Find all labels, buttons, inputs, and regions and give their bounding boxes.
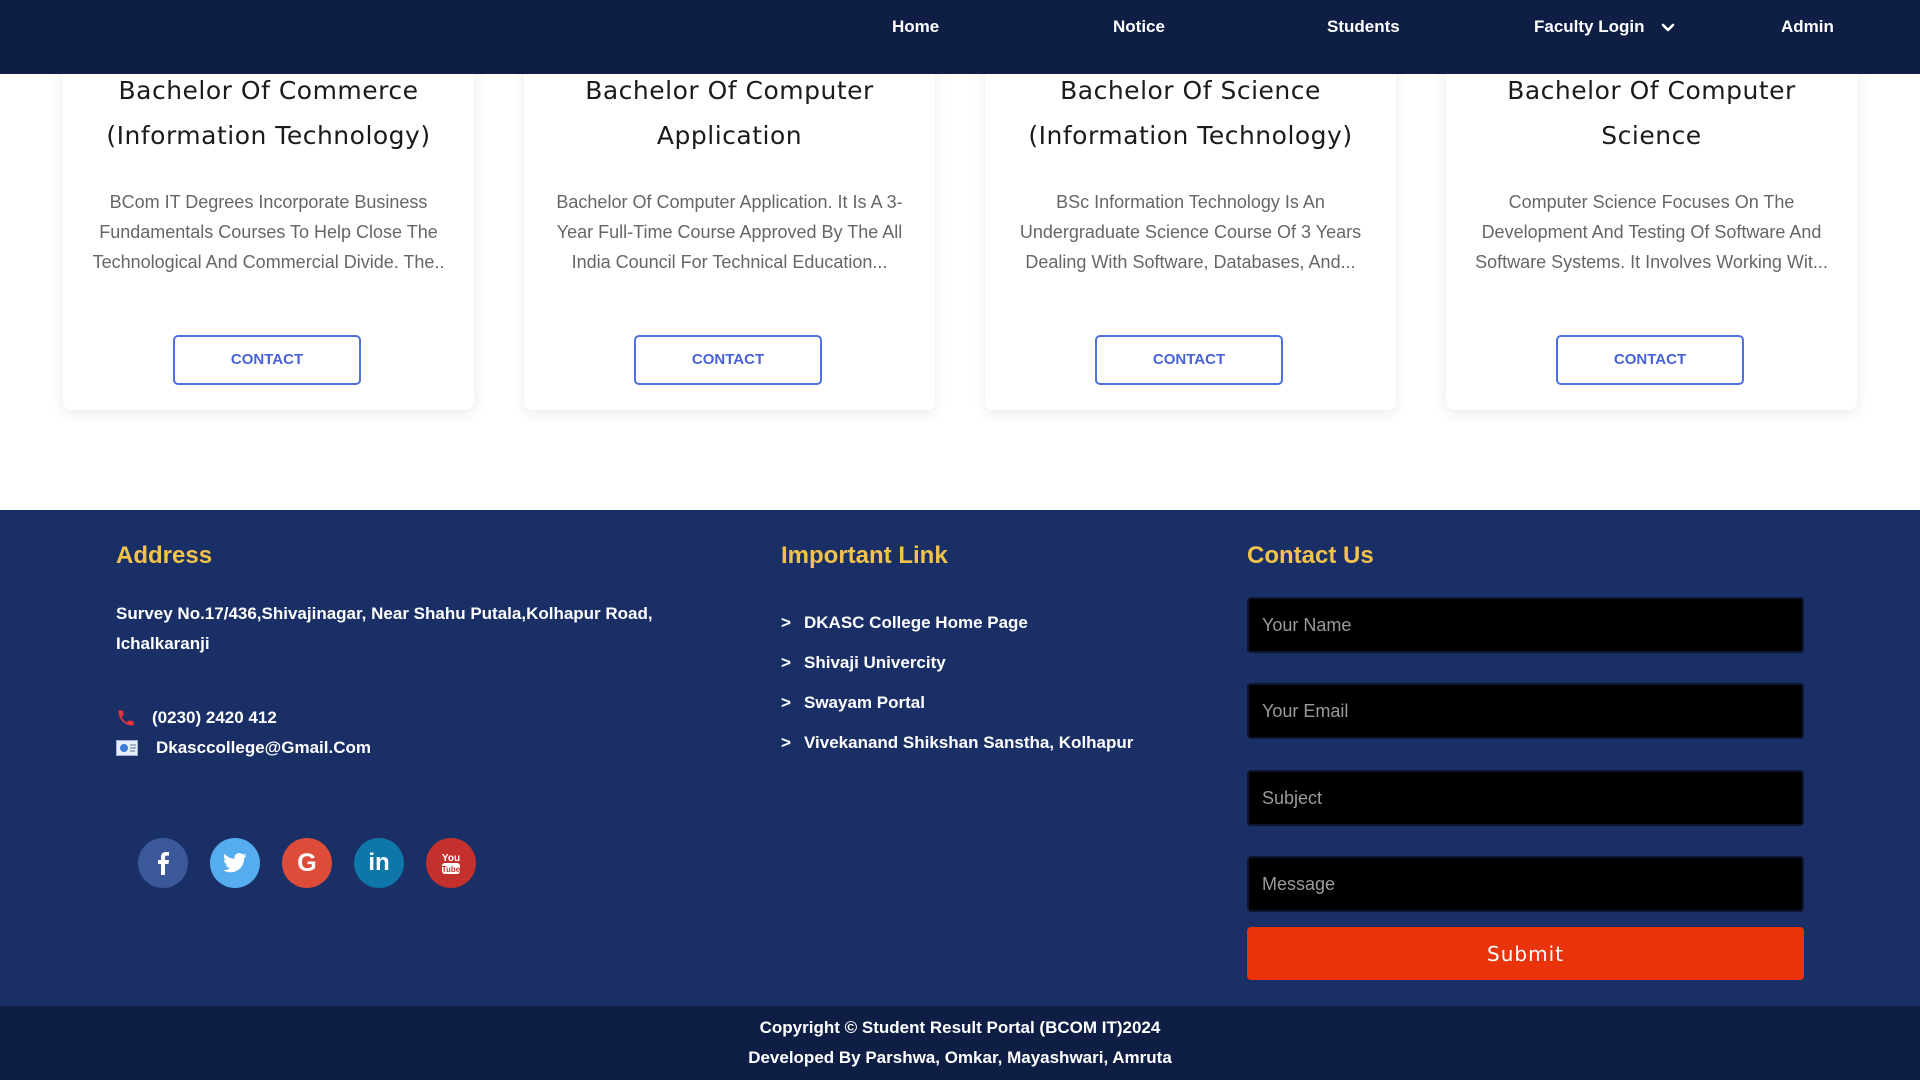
course-desc-line: BSc Information Technology Is An [1056, 192, 1325, 212]
site-footer: Address Survey No.17/436,Shivajinagar, N… [0, 510, 1920, 1006]
address-line: Survey No.17/436,Shivajinagar, Near Shah… [116, 604, 653, 623]
message-input[interactable] [1247, 856, 1804, 912]
link-label: Swayam Portal [804, 693, 925, 712]
nav-students[interactable]: Students [1327, 0, 1400, 54]
course-description: Computer Science Focuses On The Developm… [1472, 187, 1831, 277]
email-address[interactable]: Dkasccollege@Gmail.Com [156, 738, 371, 758]
link-swayam-portal[interactable]: > Swayam Portal [781, 683, 1133, 723]
course-desc-line: BCom IT Degrees Incorporate Business [109, 192, 428, 212]
course-desc-line: Software Systems. It Involves Working Wi… [1475, 252, 1828, 272]
email-row: Dkasccollege@Gmail.Com [116, 738, 371, 758]
course-desc-line: Fundamentals Courses To Help Close The [99, 222, 438, 242]
facebook-icon[interactable] [138, 838, 188, 888]
nav-notice[interactable]: Notice [1113, 0, 1165, 54]
course-description: BSc Information Technology Is An Undergr… [1011, 187, 1370, 277]
course-title-line2: Science [1601, 121, 1702, 150]
link-label: DKASC College Home Page [804, 613, 1028, 632]
course-card-bca: Bachelor Of Computer Application Bachelo… [524, 30, 935, 410]
courses-section: Bachelor Of Commerce (Information Techno… [0, 0, 1920, 510]
svg-text:You: You [442, 853, 460, 864]
course-description: Bachelor Of Computer Application. It Is … [550, 187, 909, 277]
link-vivekanand-sanstha[interactable]: > Vivekanand Shikshan Sanstha, Kolhapur [781, 723, 1133, 763]
envelope-icon [116, 740, 138, 756]
contact-button[interactable]: CONTACT [1095, 335, 1283, 385]
subject-input[interactable] [1247, 770, 1804, 826]
twitter-icon[interactable] [210, 838, 260, 888]
nav-admin[interactable]: Admin [1781, 0, 1834, 54]
course-title-line2: (Information Technology) [1028, 121, 1353, 150]
phone-row: (0230) 2420 412 [116, 708, 277, 728]
link-shivaji-university[interactable]: > Shivaji Univercity [781, 643, 1133, 683]
copyright-text: Copyright © Student Result Portal (BCOM … [759, 1018, 1161, 1037]
nav-home[interactable]: Home [892, 0, 939, 54]
copyright-bar: Copyright © Student Result Portal (BCOM … [0, 1006, 1920, 1080]
youtube-icon[interactable]: You Tube [426, 838, 476, 888]
phone-icon [116, 708, 138, 728]
course-title-line1: Bachelor Of Commerce [118, 76, 419, 105]
course-desc-line: Year Full-Time Course Approved By The Al… [556, 222, 903, 242]
course-title: Bachelor Of Commerce (Information Techno… [63, 68, 474, 158]
course-title-line2: Application [656, 121, 803, 150]
link-label: Vivekanand Shikshan Sanstha, Kolhapur [804, 733, 1134, 752]
developer-credits: Developed By Parshwa, Omkar, Mayashwari,… [748, 1048, 1172, 1067]
contact-button[interactable]: CONTACT [173, 335, 361, 385]
contact-button[interactable]: CONTACT [634, 335, 822, 385]
social-links: G in You Tube [138, 838, 476, 888]
nav-faculty-login-label: Faculty Login [1534, 17, 1645, 36]
chevron-down-icon [1661, 1, 1675, 55]
chevron-right-icon: > [781, 693, 791, 712]
course-desc-line: India Council For Technical Education... [571, 252, 888, 272]
chevron-right-icon: > [781, 613, 791, 632]
link-label: Shivaji Univercity [804, 653, 946, 672]
top-navbar: Home Notice Students Faculty Login Admin [0, 0, 1920, 74]
linkedin-icon[interactable]: in [354, 838, 404, 888]
important-link-heading: Important Link [781, 542, 948, 569]
course-desc-line: Technological And Commercial Divide. The… [92, 252, 445, 272]
course-card-bsc-it: Bachelor Of Science (Information Technol… [985, 30, 1396, 410]
address-text: Survey No.17/436,Shivajinagar, Near Shah… [116, 599, 696, 659]
course-desc-line: Undergraduate Science Course Of 3 Years [1019, 222, 1362, 242]
course-title-line1: Bachelor Of Science [1060, 76, 1321, 105]
address-line: Ichalkaranji [116, 634, 210, 653]
important-links-list: > DKASC College Home Page > Shivaji Univer… [781, 603, 1133, 763]
contact-us-heading: Contact Us [1247, 542, 1374, 569]
course-desc-line: Bachelor Of Computer Application. It Is … [556, 192, 903, 212]
link-dkasc-home[interactable]: > DKASC College Home Page [781, 603, 1133, 643]
course-title: Bachelor Of Science (Information Technol… [985, 68, 1396, 158]
course-desc-line: Development And Testing Of Software And [1481, 222, 1822, 242]
address-heading: Address [116, 542, 213, 569]
svg-text:Tube: Tube [442, 865, 461, 874]
contact-button[interactable]: CONTACT [1556, 335, 1744, 385]
course-card-bcom-it: Bachelor Of Commerce (Information Techno… [63, 30, 474, 410]
course-title: Bachelor Of Computer Science [1446, 68, 1857, 158]
course-description: BCom IT Degrees Incorporate Business Fun… [89, 187, 448, 277]
course-card-bcs: Bachelor Of Computer Science Computer Sc… [1446, 30, 1857, 410]
chevron-right-icon: > [781, 653, 791, 672]
submit-button[interactable]: Submit [1247, 927, 1804, 980]
name-input[interactable] [1247, 597, 1804, 653]
chevron-right-icon: > [781, 733, 791, 752]
course-desc-line: Dealing With Software, Databases, And... [1025, 252, 1356, 272]
course-title-line1: Bachelor Of Computer [585, 76, 874, 105]
course-title-line1: Bachelor Of Computer [1507, 76, 1796, 105]
nav-faculty-login[interactable]: Faculty Login [1534, 0, 1675, 54]
course-title-line2: (Information Technology) [106, 121, 431, 150]
google-icon[interactable]: G [282, 838, 332, 888]
course-title: Bachelor Of Computer Application [524, 68, 935, 158]
course-desc-line: Computer Science Focuses On The [1508, 192, 1795, 212]
email-input[interactable] [1247, 683, 1804, 739]
phone-number[interactable]: (0230) 2420 412 [152, 708, 277, 728]
